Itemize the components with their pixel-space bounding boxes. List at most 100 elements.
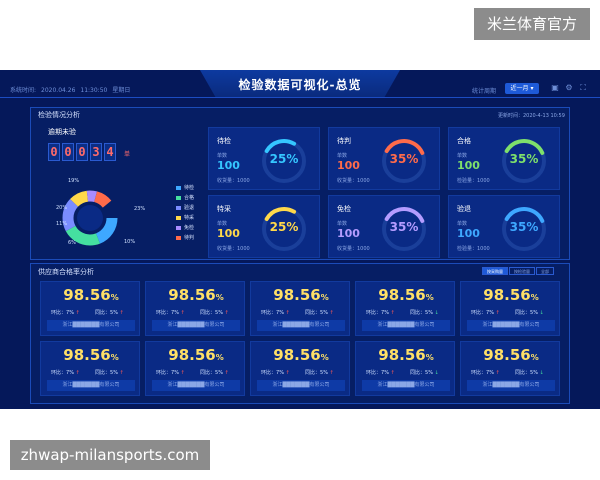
supplier-company: 浙江███████有限公司 [257, 380, 345, 391]
tab-by-purchase[interactable]: 按采购量 [482, 267, 508, 275]
mom-down-arrow-icon: ↓ [434, 370, 439, 376]
yoy-value: 7% [171, 370, 179, 376]
status-card-title: 待检 [217, 137, 231, 145]
yoy-compare: 环比：7% ↑ [51, 309, 80, 316]
pass-rate-value: 98.56 [63, 286, 111, 304]
settings-icon[interactable]: ⚙ [564, 83, 574, 93]
yoy-label: 环比： [51, 370, 67, 376]
supplier-company: 浙江███████有限公司 [467, 380, 555, 391]
yoy-compare: 环比：7% ↑ [366, 369, 395, 376]
mom-label: 同比： [410, 310, 426, 316]
yoy-value: 7% [66, 370, 74, 376]
header-divider [0, 97, 600, 98]
supplier-company: 浙江███████有限公司 [362, 380, 450, 391]
donut-percent-label: 20% [56, 205, 68, 211]
pass-rate-unit: % [320, 353, 329, 362]
counter-unit: 单 [124, 151, 131, 158]
status-card-count: 100 [337, 159, 360, 172]
status-card[interactable]: 待检 单数 100 收货量：1000 25% [208, 127, 320, 190]
pass-rate: 98.56% [356, 346, 456, 364]
period-select[interactable]: 近一月 ▾ [505, 83, 539, 94]
supplier-card[interactable]: 98.56% 环比：7% ↑ 同比：5% ↑ 浙江███████有限公司 [250, 281, 350, 336]
pass-rate: 98.56% [41, 346, 141, 364]
yoy-label: 环比： [471, 370, 487, 376]
system-weekday: 星期日 [112, 87, 131, 94]
supplier-card[interactable]: 98.56% 环比：7% ↑ 同比：5% ↑ 浙江███████有限公司 [145, 281, 245, 336]
fullscreen-icon[interactable]: ⛶ [578, 83, 588, 93]
yoy-up-arrow-icon: ↑ [390, 370, 395, 376]
status-card-qty: 收货量：1000 [217, 178, 250, 184]
status-card-title: 待判 [337, 137, 351, 145]
supplier-card[interactable]: 98.56% 环比：7% ↑ 同比：5% ↓ 浙江███████有限公司 [460, 341, 560, 396]
status-card[interactable]: 待判 单数 100 收货量：1000 35% [328, 127, 440, 190]
pass-rate-value: 98.56 [63, 346, 111, 364]
period-label: 统计周期 [472, 88, 497, 95]
supplier-card[interactable]: 98.56% 环比：7% ↑ 同比：5% ↑ 浙江███████有限公司 [145, 341, 245, 396]
supplier-card[interactable]: 98.56% 环比：7% ↑ 同比：5% ↑ 浙江███████有限公司 [250, 341, 350, 396]
supplier-company: 浙江███████有限公司 [152, 380, 240, 391]
pass-rate: 98.56% [251, 346, 351, 364]
status-percent: 35% [389, 152, 419, 166]
system-clock: 11:30:50 [80, 87, 108, 94]
pass-rate-unit: % [110, 353, 119, 362]
supplier-card[interactable]: 98.56% 环比：7% ↑ 同比：5% ↑ 浙江███████有限公司 [40, 341, 140, 396]
yoy-label: 环比： [366, 370, 382, 376]
mom-up-arrow-icon: ↑ [224, 370, 229, 376]
supplier-company: 浙江███████有限公司 [47, 380, 135, 391]
mom-value: 5% [320, 370, 328, 376]
legend-label: 待判 [184, 235, 195, 241]
yoy-label: 环比： [471, 310, 487, 316]
counter-digit: 0 [48, 143, 60, 161]
mom-label: 同比： [410, 370, 426, 376]
mom-label: 同比： [305, 370, 321, 376]
mom-value: 5% [215, 310, 223, 316]
supplier-card[interactable]: 98.56% 环比：7% ↑ 同比：5% ↓ 浙江███████有限公司 [460, 281, 560, 336]
system-time: 系统时间: 2020.04.26 11:30:50 星期日 [10, 85, 135, 94]
status-card-qty: 检验量：1000 [457, 246, 490, 252]
watermark-bottom: zhwap-milansports.com [10, 440, 210, 470]
mom-compare: 同比：5% ↓ [515, 369, 544, 376]
supplier-card[interactable]: 98.56% 环比：7% ↑ 同比：5% ↑ 浙江███████有限公司 [40, 281, 140, 336]
watermark-top: 米兰体育官方 [474, 8, 590, 40]
yoy-label: 环比： [156, 310, 172, 316]
status-percent: 35% [509, 152, 539, 166]
tab-by-inspection[interactable]: 按检验量 [509, 267, 535, 275]
pass-rate-value: 98.56 [168, 286, 216, 304]
yoy-up-arrow-icon: ↑ [285, 370, 290, 376]
pass-rate-unit: % [425, 353, 434, 362]
yoy-compare: 环比：7% ↑ [156, 309, 185, 316]
yoy-compare: 环比：7% ↑ [261, 309, 290, 316]
donut-center [77, 205, 103, 231]
mom-value: 5% [110, 370, 118, 376]
supplier-card[interactable]: 98.56% 环比：7% ↑ 同比：5% ↓ 浙江███████有限公司 [355, 341, 455, 396]
status-card-count: 100 [337, 227, 360, 240]
status-percent: 25% [269, 152, 299, 166]
mom-compare: 同比：5% ↑ [200, 369, 229, 376]
status-card-count-label: 单数 [337, 221, 348, 227]
mom-compare: 同比：5% ↑ [95, 309, 124, 316]
status-card-count-label: 单数 [217, 153, 228, 159]
yoy-value: 7% [486, 310, 494, 316]
status-card[interactable]: 特采 单数 100 收货量：1000 25% [208, 195, 320, 258]
yoy-value: 7% [276, 310, 284, 316]
mom-compare: 同比：5% ↓ [410, 309, 439, 316]
yoy-up-arrow-icon: ↑ [75, 310, 80, 316]
screenshot-icon[interactable]: ▣ [550, 83, 560, 93]
supplier-card[interactable]: 98.56% 环比：7% ↑ 同比：5% ↓ 浙江███████有限公司 [355, 281, 455, 336]
status-card[interactable]: 合格 单数 100 检验量：1000 35% [448, 127, 560, 190]
status-percent: 25% [269, 220, 299, 234]
status-card-count: 100 [217, 227, 240, 240]
supplier-panel-title: 供应商合格率分析 [38, 268, 94, 276]
mom-value: 5% [320, 310, 328, 316]
mom-label: 同比： [95, 310, 111, 316]
mom-up-arrow-icon: ↑ [224, 310, 229, 316]
status-card-count-label: 单数 [457, 153, 468, 159]
legend-label: 合格 [184, 195, 195, 201]
yoy-label: 环比： [261, 310, 277, 316]
yoy-up-arrow-icon: ↑ [390, 310, 395, 316]
yoy-value: 7% [66, 310, 74, 316]
tab-all[interactable]: 全部 [536, 267, 554, 275]
status-card[interactable]: 验退 单数 100 检验量：1000 35% [448, 195, 560, 258]
status-card-qty: 收货量：1000 [337, 178, 370, 184]
status-card[interactable]: 免检 单数 100 收货量：1000 35% [328, 195, 440, 258]
